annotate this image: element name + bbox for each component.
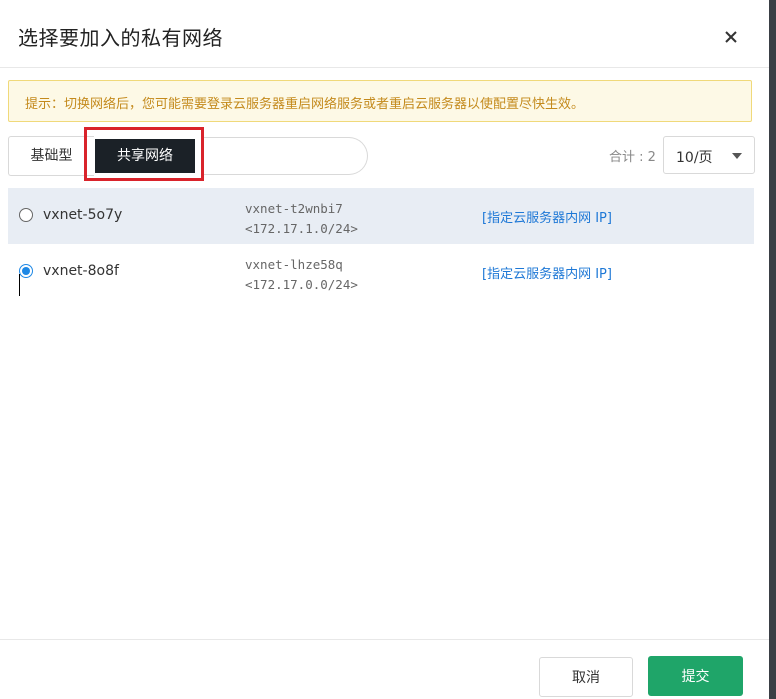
table-row[interactable]: vxnet-5o7y vxnet-t2wnbi7 <172.17.1.0/24>… — [8, 188, 754, 244]
text-cursor — [19, 274, 20, 296]
network-id-cell: vxnet-t2wnbi7 <172.17.1.0/24> — [245, 199, 358, 239]
row-radio[interactable] — [19, 208, 33, 222]
dialog-footer: 取消 提交 — [0, 639, 769, 699]
network-select-dialog: 选择要加入的私有网络 提示：切换网络后，您可能需要登录云服务器重启网络服务或者重… — [0, 0, 769, 699]
network-id-cell: vxnet-lhze58q <172.17.0.0/24> — [245, 255, 358, 295]
chevron-down-icon — [732, 153, 742, 159]
total-count: 合计 : 2 — [609, 150, 656, 165]
close-icon[interactable] — [720, 26, 742, 48]
tab-basic[interactable]: 基础型 — [8, 136, 94, 176]
assign-ip-link[interactable]: [指定云服务器内网 IP] — [482, 207, 612, 226]
network-id: vxnet-t2wnbi7 — [245, 201, 343, 216]
page-size-select[interactable]: 10/页 — [663, 136, 755, 174]
dialog-title: 选择要加入的私有网络 — [18, 26, 223, 50]
network-name: vxnet-8o8f — [43, 263, 119, 279]
notice-banner: 提示：切换网络后，您可能需要登录云服务器重启网络服务或者重启云服务器以使配置尽快… — [8, 80, 752, 122]
network-cidr: <172.17.0.0/24> — [245, 277, 358, 292]
notice-text: 提示：切换网络后，您可能需要登录云服务器重启网络服务或者重启云服务器以使配置尽快… — [25, 97, 585, 112]
network-id: vxnet-lhze58q — [245, 257, 343, 272]
page-size-value: 10/页 — [676, 150, 713, 166]
table-row[interactable]: vxnet-8o8f vxnet-lhze58q <172.17.0.0/24>… — [8, 244, 754, 300]
search-input[interactable] — [204, 137, 368, 175]
cancel-button[interactable]: 取消 — [539, 657, 633, 697]
row-radio[interactable] — [19, 264, 33, 278]
network-list: vxnet-5o7y vxnet-t2wnbi7 <172.17.1.0/24>… — [8, 188, 754, 300]
dialog-header: 选择要加入的私有网络 — [0, 0, 769, 68]
tab-shared-network[interactable]: 共享网络 — [95, 139, 195, 173]
assign-ip-link[interactable]: [指定云服务器内网 IP] — [482, 263, 612, 282]
network-cidr: <172.17.1.0/24> — [245, 221, 358, 236]
submit-button[interactable]: 提交 — [648, 656, 743, 696]
network-name: vxnet-5o7y — [43, 207, 123, 223]
